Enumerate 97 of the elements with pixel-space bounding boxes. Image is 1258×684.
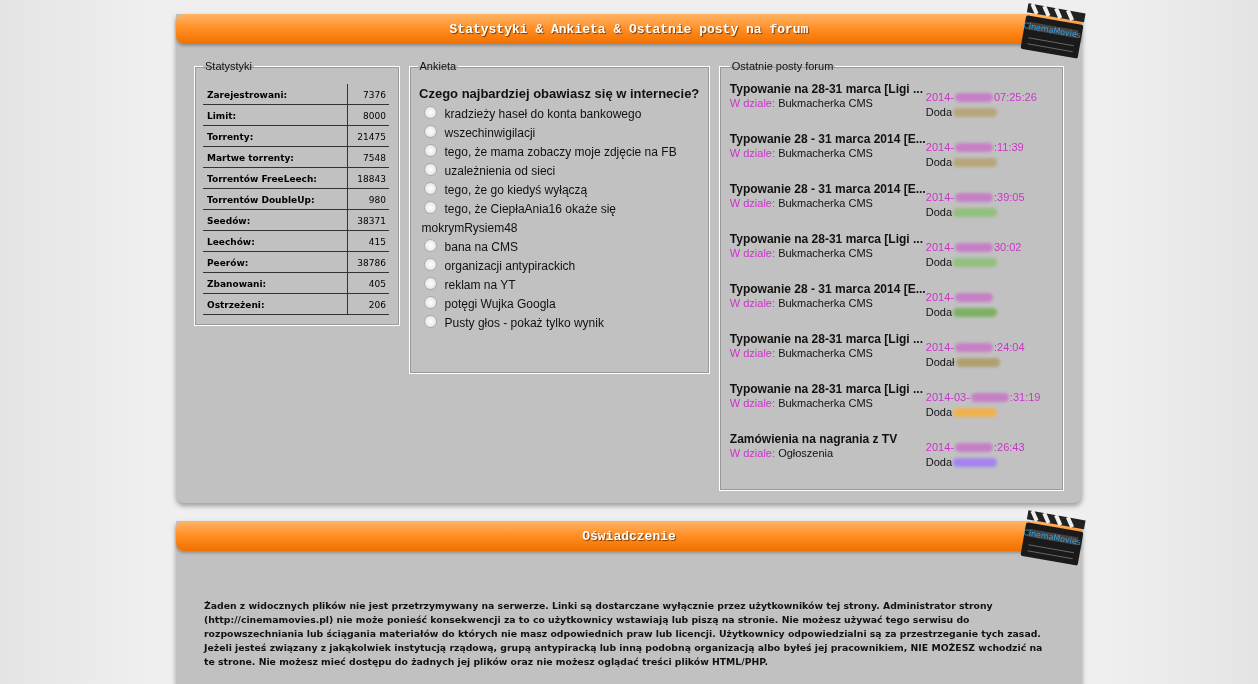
stat-value: 405 [347, 273, 389, 294]
blurred-text [954, 93, 993, 102]
blurred-text [954, 243, 993, 252]
blurred-text [954, 443, 993, 452]
stat-value: 21475 [347, 126, 389, 147]
stat-label: Peerów: [203, 252, 347, 273]
radio-button[interactable] [423, 125, 437, 138]
stat-value: 415 [347, 231, 389, 252]
post-time: :24:04 [993, 340, 1025, 355]
stat-label: Ostrzeżeni: [203, 294, 347, 315]
poll-option[interactable]: tego, że mama zobaczy moje zdjęcie na FB [417, 143, 701, 162]
stat-value: 7376 [347, 84, 389, 105]
post-title[interactable]: Typowanie na 28-31 marca [Ligi ... [729, 232, 926, 247]
poll-option[interactable]: bana na CMS [417, 238, 701, 257]
post-date: 2014- [925, 90, 954, 105]
post-date: 2014- [925, 191, 954, 205]
post-section: W dziale: Bukmacherka CMS [729, 247, 926, 259]
blurred-text [954, 293, 993, 302]
poll-option[interactable]: Pusty głos - pokaż tylko wynik [417, 314, 701, 333]
poll-option[interactable]: wszechinwigilacji [417, 124, 701, 143]
post-date: 2014-03- [925, 390, 970, 405]
box-legend: Ankieta [417, 60, 459, 72]
post-section: W dziale: Bukmacherka CMS [729, 97, 926, 109]
author-label: Dodał [925, 355, 955, 370]
post-time: :11:39 [993, 140, 1024, 155]
post-section: W dziale: Bukmacherka CMS [729, 147, 926, 159]
blurred-text [954, 143, 993, 152]
radio-button[interactable] [423, 239, 437, 252]
poll-question: Czego najbardziej obawiasz się w internecie? [418, 86, 701, 101]
radio-button[interactable] [423, 258, 437, 271]
radio-button[interactable] [423, 277, 437, 290]
stat-label: Martwe torrenty: [203, 147, 347, 168]
stat-value: 8000 [347, 105, 389, 126]
stat-label: Zarejestrowani: [203, 84, 347, 105]
post-section: W dziale: Ogłoszenia [729, 447, 926, 459]
panel-title: Statystyki & Ankieta & Ostatnie posty na forum [449, 21, 809, 37]
radio-button[interactable] [423, 163, 437, 176]
radio-button[interactable] [423, 201, 437, 214]
post-section: W dziale: Bukmacherka CMS [729, 197, 926, 209]
radio-button[interactable] [423, 315, 437, 328]
stat-label: Leechów: [203, 231, 347, 252]
post-time: :39:05 [993, 190, 1025, 205]
post-title[interactable]: Typowanie na 28-31 marca [Ligi ... [729, 82, 926, 97]
author-label: Doda [925, 455, 953, 470]
author-label: Doda [925, 205, 953, 220]
post-title[interactable]: Typowanie 28 - 31 marca 2014 [E... [729, 132, 926, 147]
stat-label: Torrentów DoubleUp: [203, 189, 347, 210]
stat-label: Seedów: [203, 210, 347, 231]
post-title[interactable]: Typowanie 28 - 31 marca 2014 [E... [729, 282, 926, 297]
stat-label: Torrenty: [203, 126, 347, 147]
panel-title: Oświadczenie [582, 528, 676, 544]
blurred-text [970, 393, 1009, 402]
post-time: :31:19 [1009, 390, 1041, 405]
stat-label: Limit: [203, 105, 347, 126]
stat-label: Zbanowani: [203, 273, 347, 294]
box-legend: Statystyki [203, 60, 255, 72]
post-time: :26:43 [993, 440, 1025, 455]
poll-option[interactable]: tego, że go kiedyś wyłączą [417, 181, 701, 200]
blurred-text [954, 343, 993, 352]
post-section: W dziale: Bukmacherka CMS [729, 297, 926, 309]
post-date: 2014- [925, 240, 954, 255]
radio-button[interactable] [423, 296, 437, 309]
post-section: W dziale: Bukmacherka CMS [729, 397, 926, 409]
stat-value: 7548 [347, 147, 389, 168]
author-label: Doda [925, 305, 953, 320]
post-date: 2014- [925, 440, 954, 455]
poll-option[interactable]: kradzieży haseł do konta bankowego [417, 105, 701, 124]
post-time: 07:25:26 [993, 90, 1037, 105]
author-label: Doda [925, 255, 953, 270]
blurred-text [954, 193, 993, 202]
stat-label: Torrentów FreeLeech: [203, 168, 347, 189]
poll-option[interactable]: uzależnienia od sieci [417, 162, 701, 181]
stat-value: 980 [347, 189, 389, 210]
stat-value: 38786 [347, 252, 389, 273]
radio-button[interactable] [423, 182, 437, 195]
author-label: Doda [925, 105, 953, 120]
stat-value: 18843 [347, 168, 389, 189]
stat-value: 38371 [347, 210, 389, 231]
disclaimer-text: Żaden z widocznych plików nie jest przetrzymywany na serwerze. Linki są dostarczane wyłącznie przez użytkowników tej strony. Administrator strony (http://cinemamovies.pl) nie może ponieść konsekwencji za to co użytkownicy wstawiają lub piszą na stronie. Nie możesz używać tego serwisu do rozpowszechniania lub ściągania materiałów do których nie masz odpowiednich praw lub licencji. Użytkownicy odpowiedzialni są za przestrzeganie tych zasad. Jeżeli jesteś związany z jakąkolwiek instytucją rządową, grupą antypiracką lub inną podobną organizacją albo byłeś jej pracownikiem, NIE MOŻESZ wchodzić na te strone. Nie możesz mieć dostępu do żadnych jej plików oraz nie możesz oglądać treści plików HTML/PHP. [202, 599, 1044, 669]
post-title[interactable]: Zamówienia na nagrania z TV [729, 432, 926, 447]
post-title[interactable]: Typowanie na 28-31 marca [Ligi ... [729, 332, 926, 347]
radio-button[interactable] [423, 144, 437, 157]
poll-option[interactable]: organizacji antypirackich [417, 257, 701, 276]
box-legend: Ostatnie posty forum [729, 60, 836, 72]
post-date: 2014- [925, 291, 954, 305]
post-time: 30:02 [993, 240, 1022, 255]
post-title[interactable]: Typowanie 28 - 31 marca 2014 [E... [729, 182, 926, 197]
poll-option[interactable]: potęgi Wujka Googla [417, 295, 701, 314]
post-section: W dziale: Bukmacherka CMS [729, 347, 926, 359]
author-label: Doda [925, 155, 953, 170]
poll-option[interactable]: reklam na YT [417, 276, 701, 295]
author-label: Doda [925, 405, 953, 420]
radio-button[interactable] [423, 106, 437, 119]
post-date: 2014- [925, 141, 954, 155]
post-title[interactable]: Typowanie na 28-31 marca [Ligi ... [729, 382, 926, 397]
stat-value: 206 [347, 294, 389, 315]
post-date: 2014- [925, 340, 954, 355]
